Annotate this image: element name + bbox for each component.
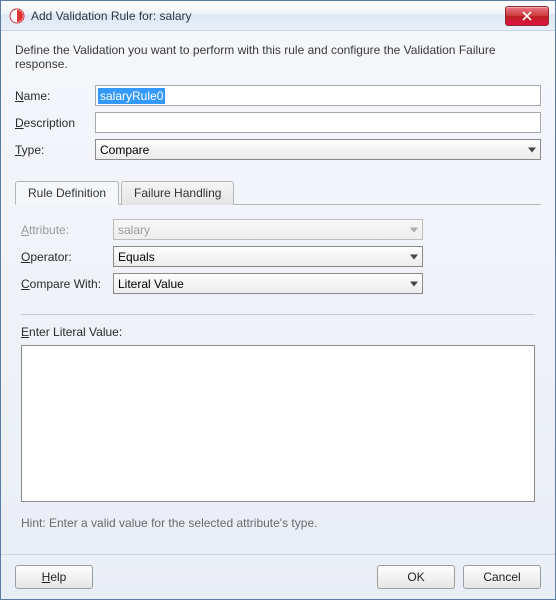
ok-button[interactable]: OK xyxy=(377,565,455,589)
intro-text: Define the Validation you want to perfor… xyxy=(15,43,541,71)
dialog-content: Define the Validation you want to perfor… xyxy=(1,31,555,554)
tab-failure-handling[interactable]: Failure Handling xyxy=(121,181,234,205)
row-compare-with: Compare With: Literal Value xyxy=(21,273,535,294)
tab-rule-definition[interactable]: Rule Definition xyxy=(15,181,119,205)
button-bar: Help OK Cancel xyxy=(1,554,555,599)
type-value: Compare xyxy=(100,143,149,157)
literal-value-input[interactable] xyxy=(21,345,535,502)
window-title: Add Validation Rule for: salary xyxy=(31,9,505,23)
row-name: Name: salaryRule0 xyxy=(15,85,541,106)
description-label: Description xyxy=(15,116,95,130)
row-type: Type: Compare xyxy=(15,139,541,160)
operator-combo[interactable]: Equals xyxy=(113,246,423,267)
dialog-window: Add Validation Rule for: salary Define t… xyxy=(0,0,556,600)
chevron-down-icon xyxy=(410,254,418,259)
type-label: Type: xyxy=(15,143,95,157)
attribute-combo: salary xyxy=(113,219,423,240)
chevron-down-icon xyxy=(410,227,418,232)
row-operator: Operator: Equals xyxy=(21,246,535,267)
name-input[interactable]: salaryRule0 xyxy=(95,85,541,106)
row-attribute: Attribute: salary xyxy=(21,219,535,240)
close-icon xyxy=(522,11,532,21)
compare-with-label: Compare With: xyxy=(21,277,113,291)
literal-label: Enter Literal Value: xyxy=(21,325,535,339)
tabstrip: Rule Definition Failure Handling xyxy=(15,180,541,205)
cancel-button[interactable]: Cancel xyxy=(463,565,541,589)
hint-text: Hint: Enter a valid value for the select… xyxy=(21,516,535,530)
description-input[interactable] xyxy=(95,112,541,133)
operator-value: Equals xyxy=(118,250,155,264)
titlebar[interactable]: Add Validation Rule for: salary xyxy=(1,1,555,31)
attribute-label: Attribute: xyxy=(21,223,113,237)
compare-with-value: Literal Value xyxy=(118,277,184,291)
compare-with-combo[interactable]: Literal Value xyxy=(113,273,423,294)
app-icon xyxy=(9,8,25,24)
help-button[interactable]: Help xyxy=(15,565,93,589)
operator-label: Operator: xyxy=(21,250,113,264)
attribute-value: salary xyxy=(118,223,150,237)
type-combo[interactable]: Compare xyxy=(95,139,541,160)
close-button[interactable] xyxy=(505,6,549,26)
separator xyxy=(21,314,535,315)
tab-body-rule-definition: Attribute: salary Operator: Equals Compa… xyxy=(15,205,541,546)
name-value-selected: salaryRule0 xyxy=(98,88,165,104)
row-description: Description xyxy=(15,112,541,133)
chevron-down-icon xyxy=(528,147,536,152)
chevron-down-icon xyxy=(410,281,418,286)
name-label: Name: xyxy=(15,89,95,103)
